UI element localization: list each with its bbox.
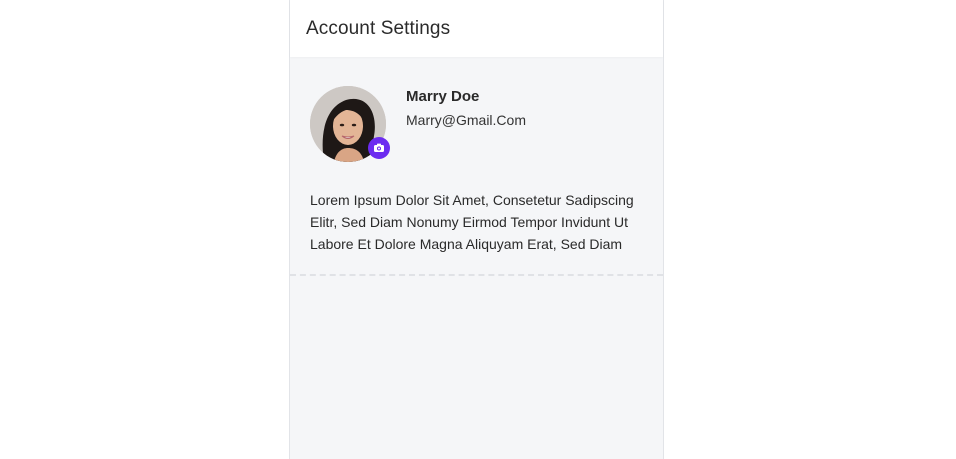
user-name: Marry Doe (406, 88, 480, 105)
section-divider (290, 274, 663, 276)
profile-section: Marry Doe Marry@Gmail.Com (290, 57, 663, 163)
avatar-container (310, 86, 390, 162)
account-settings-panel: Account Settings Marry Doe Marry@Gmail.C… (289, 0, 664, 459)
bio-text: Lorem Ipsum Dolor Sit Amet, Consetetur S… (310, 192, 634, 252)
user-email: Marry@Gmail.Com (406, 112, 526, 128)
page-header: Account Settings (290, 0, 663, 57)
user-info: Marry Doe Marry@Gmail.Com (406, 87, 526, 129)
camera-icon (374, 143, 384, 152)
change-photo-button[interactable] (368, 137, 390, 159)
page-title: Account Settings (306, 17, 451, 39)
